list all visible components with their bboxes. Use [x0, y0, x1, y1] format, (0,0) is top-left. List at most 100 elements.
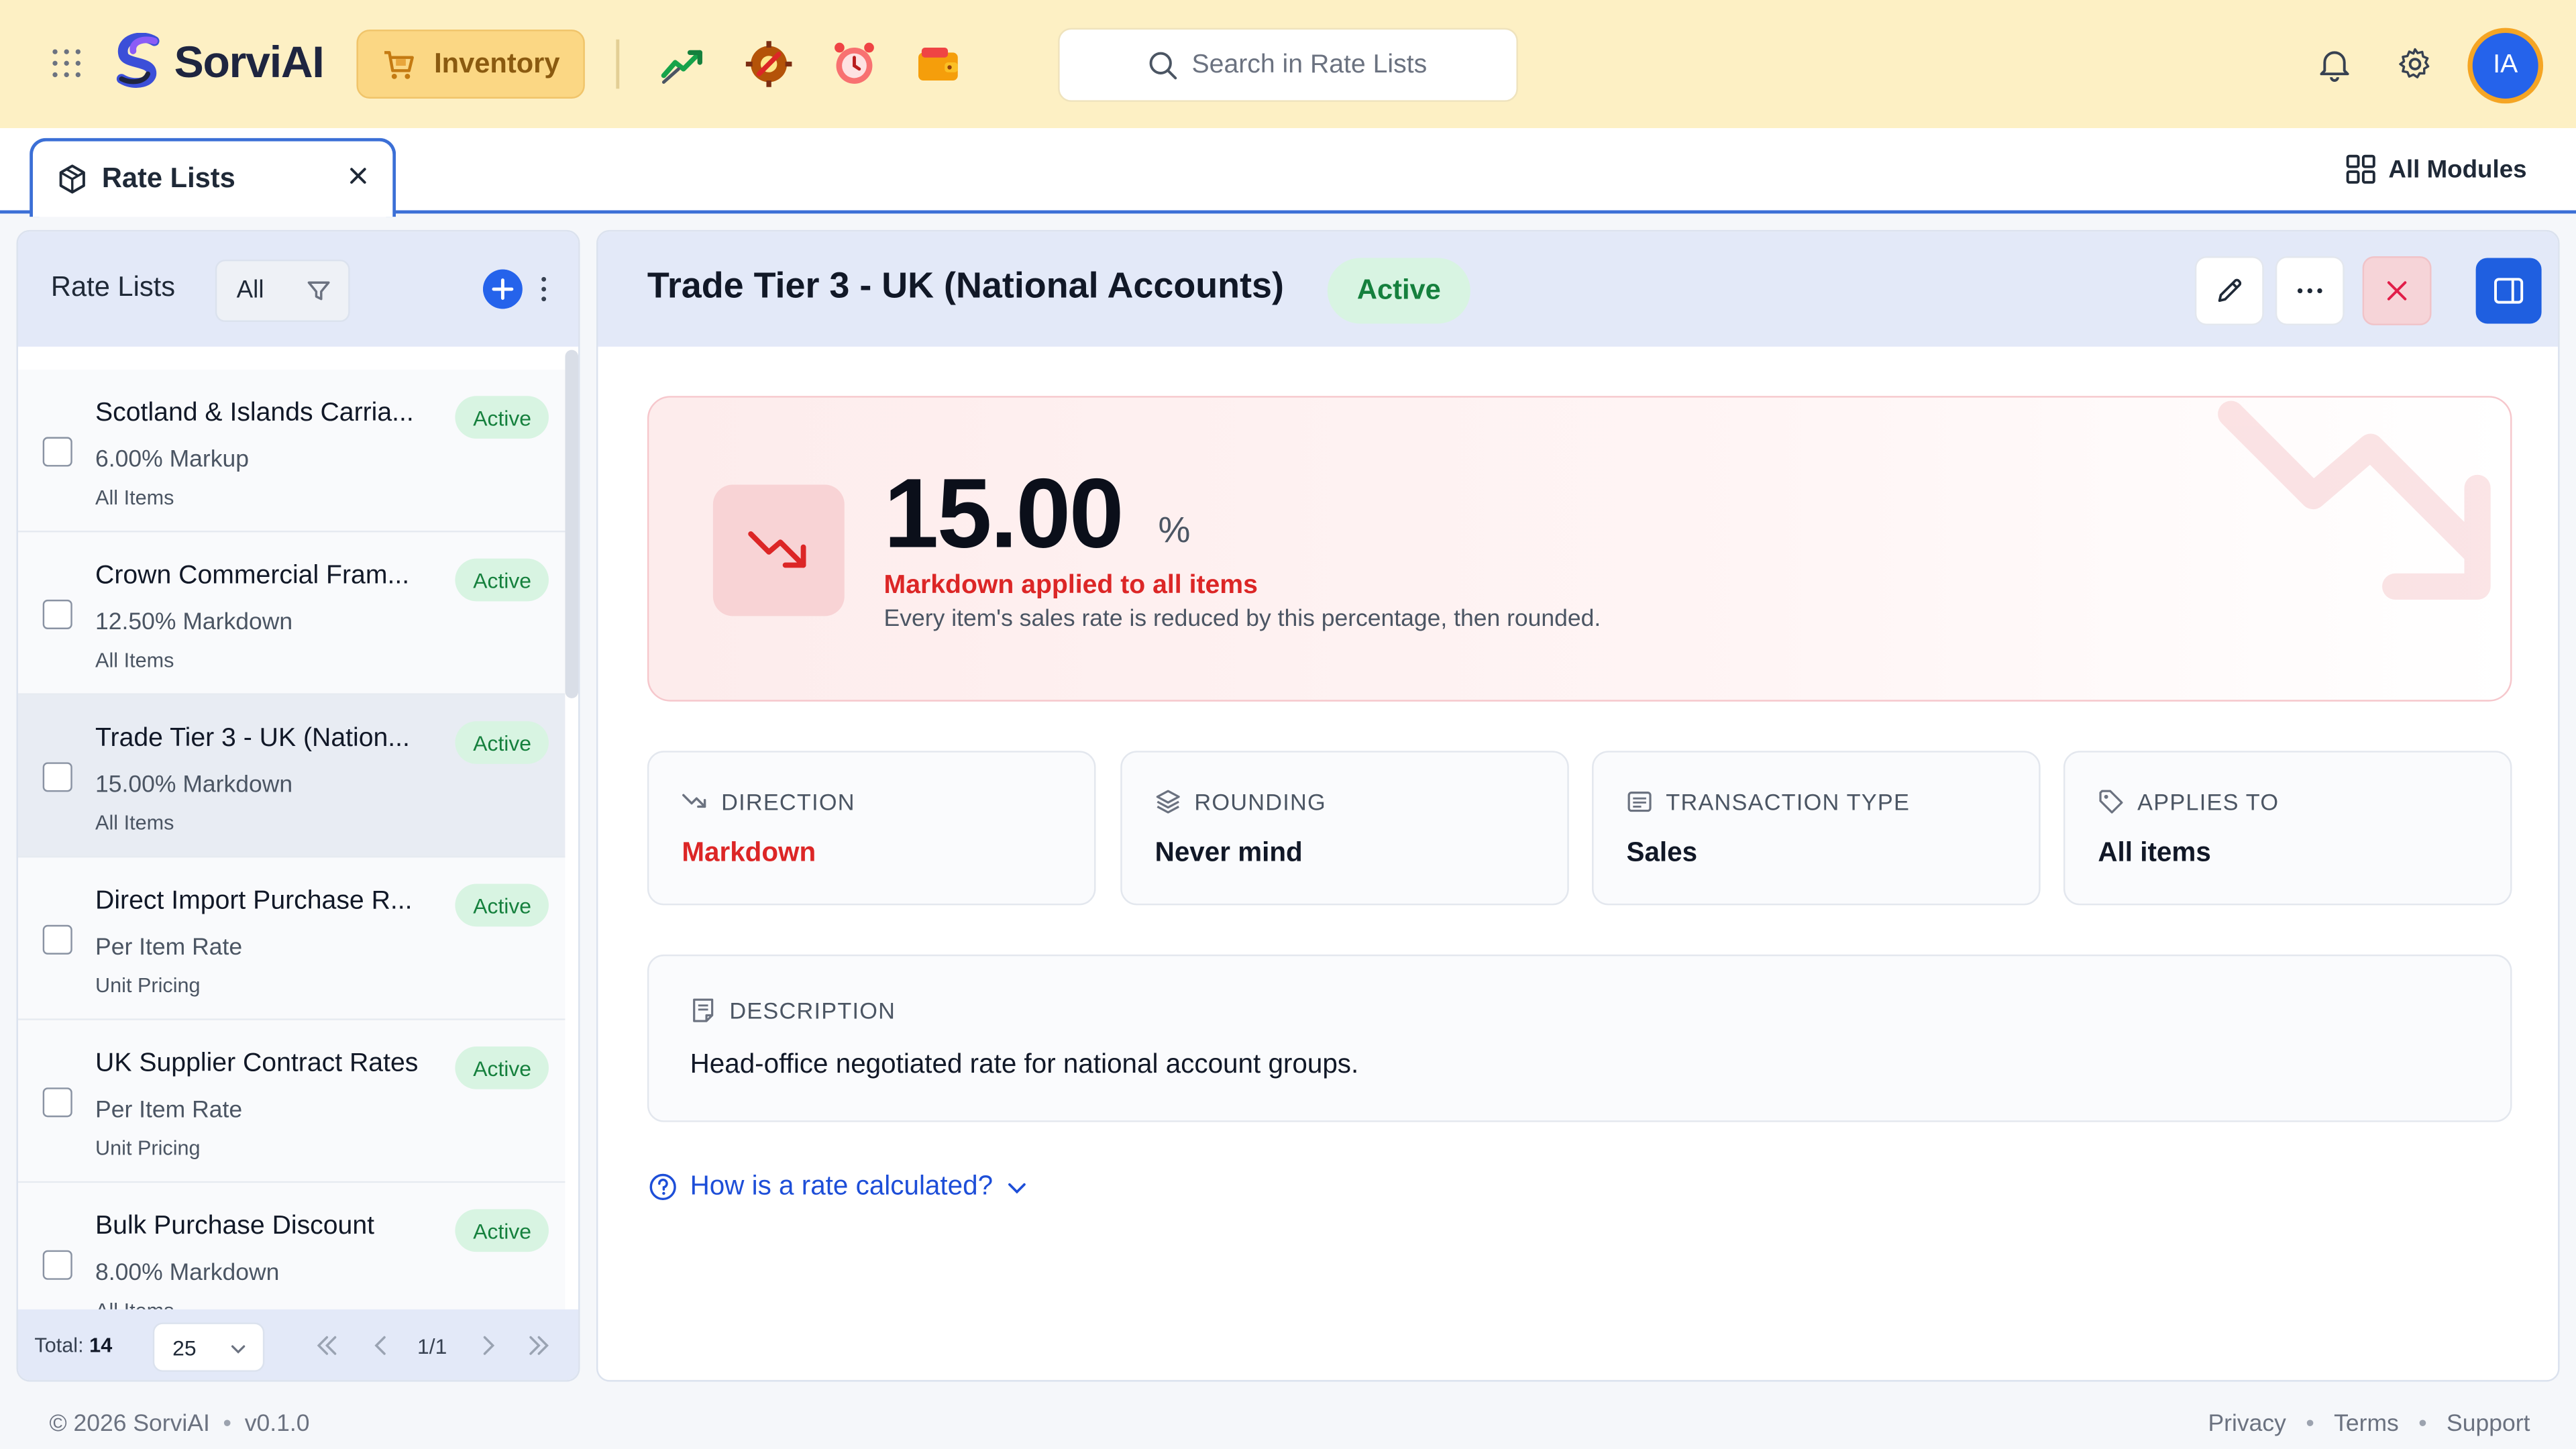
chevron-down-icon: [231, 1345, 246, 1354]
transaction-type-card: TRANSACTION TYPE Sales: [1592, 751, 2041, 906]
rate-value: 15.00: [883, 458, 1124, 569]
item-scope: All Items: [95, 1299, 174, 1309]
row-checkbox[interactable]: [42, 437, 72, 467]
module-switcher-button[interactable]: Inventory: [356, 30, 585, 99]
version-text: v0.1.0: [244, 1411, 310, 1438]
card-label: DIRECTION: [682, 789, 855, 815]
list-filter-group: All: [215, 259, 350, 323]
close-icon[interactable]: [347, 164, 370, 187]
item-rate: 6.00% Markup: [95, 447, 250, 474]
user-avatar[interactable]: IA: [2467, 28, 2544, 104]
row-checkbox[interactable]: [42, 762, 72, 792]
trend-down-watermark-icon: [2218, 400, 2491, 600]
all-modules-button[interactable]: All Modules: [2346, 154, 2527, 184]
page-size-select[interactable]: 25: [152, 1322, 265, 1372]
app-launcher-icon[interactable]: [49, 46, 85, 83]
description-text: Head-office negotiated rate for national…: [690, 1049, 1359, 1079]
list-item-selected[interactable]: Trade Tier 3 - UK (Nation... Active 15.0…: [17, 694, 566, 858]
card-label: ROUNDING: [1155, 789, 1326, 815]
last-page-icon[interactable]: [526, 1332, 552, 1358]
list-item[interactable]: Direct Import Purchase R... Active Per I…: [17, 857, 566, 1020]
terms-link[interactable]: Terms: [2334, 1411, 2399, 1438]
item-name: UK Supplier Contract Rates: [95, 1049, 419, 1078]
status-badge: Active: [455, 396, 549, 439]
list-header: Rate Lists All: [17, 231, 579, 347]
list-item[interactable]: Scotland & Islands Carria... Active 6.00…: [17, 370, 566, 533]
filter-icon[interactable]: [306, 278, 332, 304]
tab-rate-lists[interactable]: Rate Lists: [30, 138, 396, 217]
toggle-panel-button[interactable]: [2475, 258, 2542, 324]
package-icon: [59, 164, 85, 194]
note-icon: [693, 998, 714, 1022]
add-rate-list-button[interactable]: [483, 269, 523, 309]
filter-all-button[interactable]: All: [237, 276, 264, 304]
support-link[interactable]: Support: [2447, 1411, 2530, 1438]
rate-unit: %: [1158, 509, 1191, 551]
receipt-icon: [1627, 792, 1652, 812]
privacy-link[interactable]: Privacy: [2208, 1411, 2286, 1438]
copyright-text: © 2026 SorviAI: [49, 1411, 210, 1438]
row-checkbox[interactable]: [42, 1087, 72, 1118]
direction-value: Markdown: [682, 837, 816, 868]
applies-to-card: APPLIES TO All items: [2063, 751, 2512, 906]
first-page-icon[interactable]: [314, 1332, 340, 1358]
top-bar: SorviAI Inventory Search in Rate Lists I…: [0, 0, 2576, 129]
close-detail-button[interactable]: [2362, 256, 2432, 325]
description-card: DESCRIPTION Head-office negotiated rate …: [647, 954, 2512, 1122]
card-label: APPLIES TO: [2098, 789, 2279, 815]
page-footer: © 2026 SorviAI • v0.1.0 Privacy • Terms …: [0, 1398, 2576, 1449]
help-circle-icon: [649, 1173, 676, 1200]
brand-logo[interactable]: SorviAI: [112, 32, 325, 92]
detail-panel: Trade Tier 3 - UK (National Accounts) Ac…: [596, 229, 2560, 1382]
module-label: Inventory: [434, 48, 560, 79]
bell-icon[interactable]: [2316, 46, 2353, 83]
trend-down-small-icon: [682, 794, 706, 808]
rate-summary-card: 15.00 % Markdown applied to all items Ev…: [647, 396, 2512, 702]
list-scrollbar[interactable]: [565, 350, 579, 698]
status-badge: Active: [455, 721, 549, 764]
item-scope: All Items: [95, 486, 174, 510]
footer-meta: © 2026 SorviAI • v0.1.0: [49, 1411, 310, 1438]
more-vertical-icon[interactable]: [537, 274, 551, 304]
cart-icon: [384, 51, 415, 79]
rate-headline: Markdown applied to all items: [883, 572, 1258, 600]
edit-button[interactable]: [2194, 256, 2264, 325]
gear-wrench-icon[interactable]: [744, 40, 793, 89]
more-horizontal-icon: [2297, 288, 2322, 294]
rate-explanation: Every item's sales rate is reduced by th…: [883, 606, 1601, 633]
trend-up-icon[interactable]: [659, 40, 708, 89]
item-rate: 12.50% Markdown: [95, 609, 293, 636]
status-badge: Active: [455, 1209, 549, 1252]
trend-down-icon: [748, 531, 806, 568]
applies-to-value: All items: [2098, 837, 2211, 868]
prev-page-icon[interactable]: [368, 1332, 394, 1358]
status-badge: Active: [1327, 258, 1470, 324]
tab-bar: Rate Lists All Modules: [0, 128, 2576, 217]
item-name: Trade Tier 3 - UK (Nation...: [95, 724, 410, 753]
row-checkbox[interactable]: [42, 924, 72, 955]
tab-label: Rate Lists: [101, 162, 235, 194]
search-input[interactable]: Search in Rate Lists: [1058, 28, 1518, 102]
item-scope: All Items: [95, 811, 174, 835]
alarm-clock-icon[interactable]: [830, 40, 879, 89]
row-checkbox[interactable]: [42, 599, 72, 629]
how-rate-calculated-link[interactable]: How is a rate calculated?: [649, 1171, 1029, 1203]
rounding-card: ROUNDING Never mind: [1120, 751, 1569, 906]
item-scope: Unit Pricing: [95, 974, 201, 998]
detail-header: Trade Tier 3 - UK (National Accounts) Ac…: [598, 231, 2559, 347]
brand-name: SorviAI: [174, 37, 325, 87]
rate-list: Scotland & Islands Carria... Active 6.00…: [17, 347, 566, 1309]
status-badge: Active: [455, 883, 549, 927]
list-item[interactable]: Bulk Purchase Discount Active 8.00% Mark…: [17, 1183, 566, 1309]
rounding-value: Never mind: [1155, 837, 1303, 868]
wallet-icon[interactable]: [914, 40, 963, 89]
settings-icon[interactable]: [2397, 46, 2433, 83]
more-options-button[interactable]: [2275, 256, 2345, 325]
row-checkbox[interactable]: [42, 1250, 72, 1280]
rate-list-panel: Rate Lists All Scotland & Islands Carria…: [16, 229, 580, 1382]
list-item[interactable]: UK Supplier Contract Rates Active Per It…: [17, 1020, 566, 1183]
divider: [616, 39, 620, 89]
page-size-value: 25: [172, 1334, 197, 1360]
next-page-icon[interactable]: [475, 1332, 501, 1358]
list-item[interactable]: Crown Commercial Fram... Active 12.50% M…: [17, 532, 566, 695]
